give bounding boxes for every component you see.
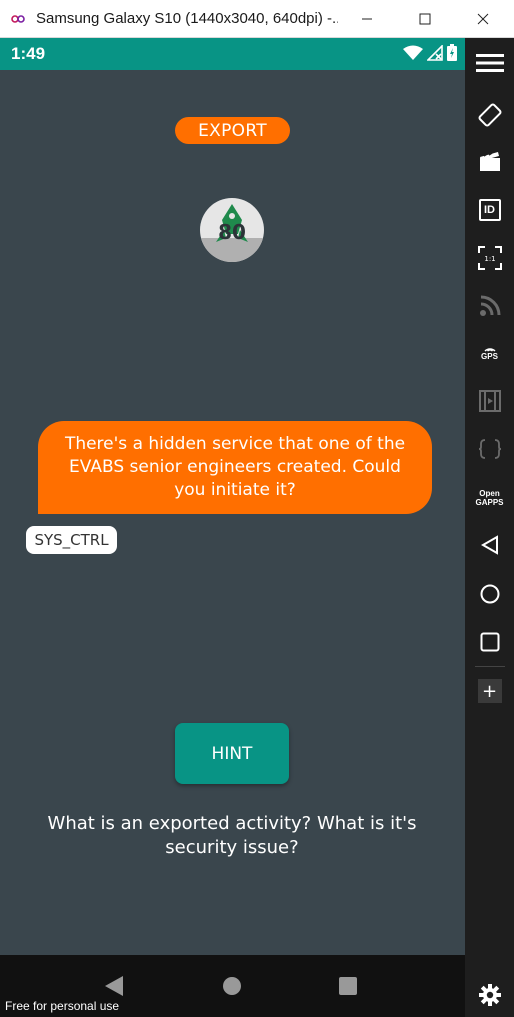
wifi-icon <box>403 45 423 60</box>
plus-label: + <box>477 679 502 703</box>
emulator-toolbar: ID 1:1 GPS Open GAPPS + <box>465 38 514 1017</box>
home-icon[interactable] <box>465 574 514 614</box>
gps-icon[interactable]: GPS <box>465 333 514 373</box>
plus-icon[interactable]: + <box>465 671 514 711</box>
home-icon[interactable] <box>223 977 241 995</box>
window-title: Samsung Galaxy S10 (1440x3040, 640dpi) -… <box>36 10 338 27</box>
rss-icon[interactable] <box>465 286 514 326</box>
hint-button[interactable]: HINT <box>175 723 289 784</box>
back-icon[interactable] <box>104 975 124 997</box>
clapper-icon[interactable] <box>465 141 514 181</box>
id-label: ID <box>484 203 495 216</box>
signal-off-icon <box>427 44 443 61</box>
toolbar-divider <box>475 666 505 667</box>
phone-screen: 1:49 EXPORT 80 There's a hidden service … <box>0 38 465 1017</box>
rotate-icon[interactable] <box>465 95 514 135</box>
opengapps-label: Open GAPPS <box>475 489 504 507</box>
braces-icon[interactable] <box>465 429 514 469</box>
status-icons <box>403 44 457 61</box>
sys-ctrl-chip: SYS_CTRL <box>26 526 117 554</box>
close-button[interactable] <box>454 0 512 38</box>
settings-icon[interactable] <box>465 975 514 1015</box>
menu-icon[interactable] <box>465 43 514 83</box>
logo-number: 80 <box>218 220 246 244</box>
maximize-button[interactable] <box>396 0 454 38</box>
recents-icon[interactable] <box>339 977 357 995</box>
back-icon[interactable] <box>465 525 514 565</box>
question-text: What is an exported activity? What is it… <box>47 813 417 858</box>
id-icon[interactable]: ID <box>465 190 514 230</box>
app-icon <box>10 11 26 27</box>
overview-icon[interactable] <box>465 622 514 662</box>
app-logo: 80 <box>200 198 264 262</box>
opengapps-icon[interactable]: Open GAPPS <box>465 478 514 518</box>
fit-1to1-icon[interactable]: 1:1 <box>465 238 514 278</box>
status-clock: 1:49 <box>11 44 46 63</box>
window-titlebar: Samsung Galaxy S10 (1440x3040, 640dpi) -… <box>0 0 514 38</box>
gps-label: GPS <box>481 352 498 361</box>
message-bubble: There's a hidden service that one of the… <box>38 421 432 514</box>
film-icon[interactable] <box>465 381 514 421</box>
minimize-button[interactable] <box>338 0 396 38</box>
status-bar: 1:49 <box>0 38 465 70</box>
battery-icon <box>447 44 457 61</box>
ratio-label: 1:1 <box>484 255 495 263</box>
watermark: Free for personal use <box>5 999 120 1013</box>
export-button[interactable]: EXPORT <box>175 117 290 144</box>
message-text: There's a hidden service that one of the… <box>64 434 406 500</box>
